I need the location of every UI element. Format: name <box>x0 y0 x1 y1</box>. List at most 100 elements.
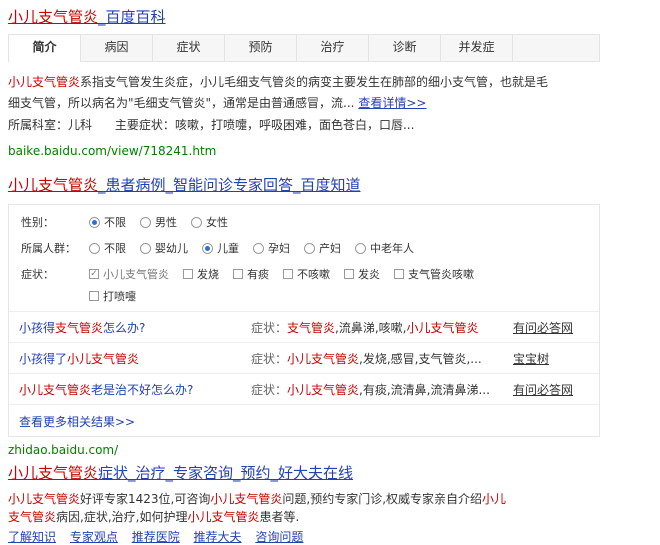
question-symptoms: 症状：小儿支气管炎,有痰,流清鼻,流清鼻涕... <box>251 381 513 398</box>
meta-row: 所属科室：儿科 主要症状：咳嗽，打喷嚏，呼吸困难，面色苍白，口唇... <box>8 114 600 136</box>
group-option[interactable]: 不限 <box>89 240 126 256</box>
checkbox-icon[interactable] <box>89 291 99 301</box>
baike-tabs: 简介 病因 症状 预防 治疗 诊断 并发症 <box>8 34 600 62</box>
result-title[interactable]: 小儿支气管炎症状_治疗_专家咨询_预约_好大夫在线 <box>8 462 600 484</box>
group-option[interactable]: 儿童 <box>202 240 239 256</box>
link-consult[interactable]: 咨询问题 <box>255 530 303 544</box>
option-label: 儿童 <box>217 242 239 255</box>
see-more-link[interactable]: 查看详情>> <box>358 96 426 110</box>
option-label: 产妇 <box>319 242 341 255</box>
tab-intro[interactable]: 简介 <box>9 35 81 62</box>
checkbox-icon[interactable] <box>344 269 354 279</box>
q-text: 老是治不好怎么办? <box>91 382 194 397</box>
title-highlight[interactable]: 小儿支气管炎 <box>8 464 98 482</box>
result-title[interactable]: 小儿支气管炎_患者病例_智能问诊专家回答_百度知道 <box>8 174 600 196</box>
gender-option[interactable]: 不限 <box>89 214 126 230</box>
question-link[interactable]: 小儿支气管炎老是治不好怎么办? <box>19 381 251 398</box>
group-option[interactable]: 婴幼儿 <box>140 240 188 256</box>
tab-complication[interactable]: 并发症 <box>441 35 513 61</box>
tab-symptom[interactable]: 症状 <box>153 35 225 61</box>
q-text: 小孩得 <box>19 320 56 335</box>
question-row: 小孩得支气管炎怎么办? 症状：支气管炎,流鼻涕,咳嗽,小儿支气管炎 有问必答网 <box>9 311 599 342</box>
radio-icon[interactable] <box>355 242 366 254</box>
symptom-option[interactable]: 发炎 <box>344 266 380 282</box>
q-highlight: 小儿支气管炎 <box>67 351 140 366</box>
title-rest[interactable]: _百度百科 <box>98 8 166 26</box>
gender-label: 性别： <box>21 216 54 229</box>
symptom-option[interactable]: ✓ 小儿支气管炎 <box>89 266 169 282</box>
radio-icon[interactable] <box>304 242 315 254</box>
abs-text: 好评专家1423位,可咨询 <box>80 492 211 506</box>
result-title[interactable]: 小儿支气管炎_百度百科 <box>8 6 600 28</box>
q-text: 小孩得了 <box>19 351 68 366</box>
symptom-option[interactable]: 发烧 <box>183 266 219 282</box>
group-option[interactable]: 产妇 <box>304 240 341 256</box>
checkbox-checked-icon[interactable]: ✓ <box>89 269 99 279</box>
link-knowledge[interactable]: 了解知识 <box>8 530 56 544</box>
question-link[interactable]: 小孩得支气管炎怎么办? <box>19 319 251 336</box>
radio-icon[interactable] <box>202 242 213 254</box>
abstract-line1: 系指支气管发生炎症，小儿毛细支气管炎的病变主要发生在肺部的细小支气管，也就是毛 <box>80 75 549 89</box>
source-link[interactable]: 宝宝树 <box>513 350 549 367</box>
symptom-option[interactable]: 不咳嗽 <box>283 266 330 282</box>
abstract: 小儿支气管炎系指支气管发生炎症，小儿毛细支气管炎的病变主要发生在肺部的细小支气管… <box>8 72 600 114</box>
q-text: 怎么办? <box>103 320 146 335</box>
abs-highlight: 小儿支气管炎 <box>187 510 260 524</box>
group-label: 所属人群： <box>21 242 76 255</box>
symptom-label: 主要症状： <box>114 118 175 132</box>
s-text: ,发烧,感冒,支气管炎,... <box>359 351 482 366</box>
link-expert-views[interactable]: 专家观点 <box>70 530 118 544</box>
link-hospitals[interactable]: 推荐医院 <box>132 530 180 544</box>
abs-text: 病因,症状,治疗,如何护理 <box>56 510 188 524</box>
title-highlight[interactable]: 小儿支气管炎 <box>8 8 98 26</box>
radio-icon[interactable] <box>89 242 100 254</box>
gender-option[interactable]: 女性 <box>191 214 228 230</box>
s-text: ,有痰,流清鼻,流清鼻涕... <box>359 382 490 397</box>
title-highlight[interactable]: 小儿支气管炎 <box>8 176 98 194</box>
abstract: 小儿支气管炎好评专家1423位,可咨询小儿支气管炎问题,预约专家门诊,权威专家亲… <box>8 490 600 526</box>
more-results-link[interactable]: 查看更多相关结果>> <box>9 404 599 436</box>
title-rest[interactable]: _患者病例_智能问诊专家回答_百度知道 <box>98 176 361 194</box>
result-haodf: 小儿支气管炎症状_治疗_专家咨询_预约_好大夫在线 小儿支气管炎好评专家1423… <box>8 462 600 545</box>
abs-highlight: 小儿支气管炎 <box>210 492 283 506</box>
checkbox-icon[interactable] <box>233 269 243 279</box>
option-label: 发烧 <box>197 268 219 281</box>
tab-treat[interactable]: 治疗 <box>297 35 369 61</box>
option-label: 不限 <box>104 216 126 229</box>
dept-value: 儿科 <box>68 118 93 132</box>
question-link[interactable]: 小孩得了小儿支气管炎 <box>19 350 251 367</box>
checkbox-icon[interactable] <box>394 269 404 279</box>
result-baike: 小儿支气管炎_百度百科 简介 病因 症状 预防 治疗 诊断 并发症 小儿支气管炎… <box>8 6 600 158</box>
s-highlight: 小儿支气管炎 <box>406 320 479 335</box>
checkbox-icon[interactable] <box>183 269 193 279</box>
source-link[interactable]: 有问必答网 <box>513 381 573 398</box>
question-row: 小儿支气管炎老是治不好怎么办? 症状：小儿支气管炎,有痰,流清鼻,流清鼻涕...… <box>9 373 599 404</box>
symptom-option[interactable]: 打喷嚏 <box>89 288 136 304</box>
radio-icon[interactable] <box>140 216 151 228</box>
symptom-filter-label: 症状： <box>21 268 54 281</box>
q-highlight: 小儿支气管炎 <box>19 382 92 397</box>
symptom-option[interactable]: 有痰 <box>233 266 269 282</box>
radio-icon[interactable] <box>253 242 264 254</box>
checkbox-icon[interactable] <box>283 269 293 279</box>
gender-option[interactable]: 男性 <box>140 214 177 230</box>
question-row: 小孩得了小儿支气管炎 症状：小儿支气管炎,发烧,感冒,支气管炎,... 宝宝树 <box>9 342 599 373</box>
abstract-highlight: 小儿支气管炎 <box>8 75 81 89</box>
radio-icon[interactable] <box>140 242 151 254</box>
option-label: 不限 <box>104 242 126 255</box>
option-label: 婴幼儿 <box>155 242 188 255</box>
source-link[interactable]: 有问必答网 <box>513 319 573 336</box>
tab-prevent[interactable]: 预防 <box>225 35 297 61</box>
option-label: 小儿支气管炎 <box>103 268 169 281</box>
tab-cause[interactable]: 病因 <box>81 35 153 61</box>
group-option[interactable]: 孕妇 <box>253 240 290 256</box>
symptom-option[interactable]: 支气管炎咳嗽 <box>394 266 474 282</box>
radio-icon[interactable] <box>89 216 100 228</box>
radio-icon[interactable] <box>191 216 202 228</box>
filter-box: 性别： 不限 男性 女性 所属人群： 不限 婴幼儿 儿童 孕妇 产妇 中老年人 … <box>8 204 600 437</box>
tab-diagnose[interactable]: 诊断 <box>369 35 441 61</box>
title-rest[interactable]: 症状_治疗_专家咨询_预约_好大夫在线 <box>98 464 353 482</box>
group-option[interactable]: 中老年人 <box>355 240 414 256</box>
gender-row: 性别： 不限 男性 女性 <box>9 211 599 233</box>
link-doctors[interactable]: 推荐大夫 <box>194 530 242 544</box>
